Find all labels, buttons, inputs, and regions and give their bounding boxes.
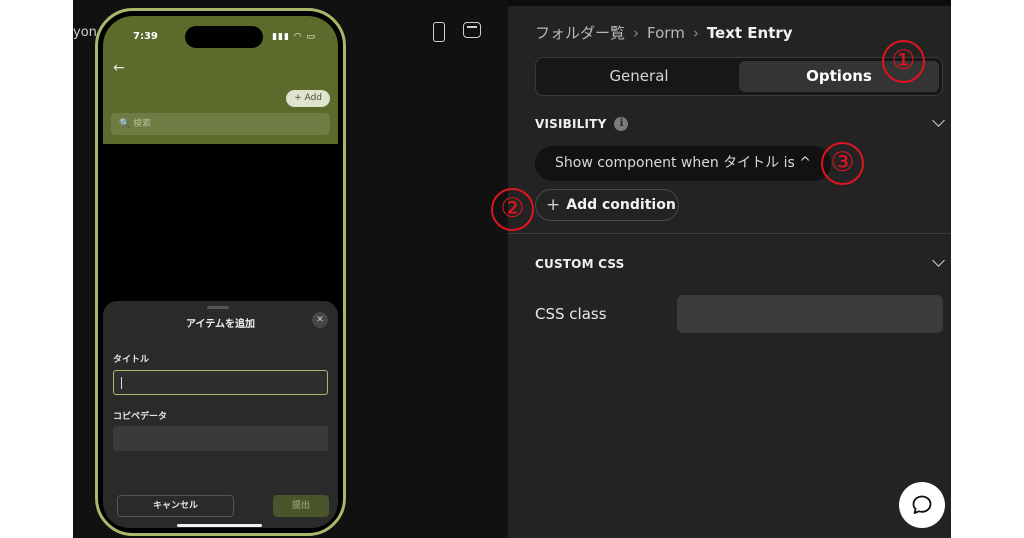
device-toggle (433, 22, 481, 42)
chevron-down-icon[interactable] (932, 254, 945, 267)
custom-css-title: CUSTOM CSS (535, 257, 625, 271)
visibility-condition[interactable]: Show component when タイトル is ^ (535, 146, 831, 181)
tablet-view-icon[interactable] (463, 22, 481, 38)
phone-view-icon[interactable] (433, 22, 445, 42)
visibility-title: VISIBILITY (535, 117, 607, 131)
tab-general[interactable]: General (539, 61, 739, 92)
copy-data-field[interactable] (113, 426, 328, 451)
cancel-button[interactable]: キャンセル (117, 495, 234, 517)
css-class-input[interactable] (677, 295, 943, 333)
title-field[interactable] (113, 370, 328, 395)
annotation-marker-3: ③ (821, 142, 864, 185)
home-indicator (177, 524, 262, 527)
phone-preview: 7:39 ▮▮▮ ◠ ▭ ← + Add 🔍 検索 アイテムを追加 ✕ タイトル… (95, 8, 346, 536)
breadcrumb-form[interactable]: Form (647, 24, 685, 42)
breadcrumb-text-entry: Text Entry (706, 24, 793, 42)
add-condition-button[interactable]: + Add condition (535, 189, 679, 221)
submit-button[interactable]: 提出 (273, 495, 329, 517)
chat-button[interactable] (899, 482, 945, 528)
search-input[interactable]: 🔍 検索 (111, 113, 330, 135)
chat-bubble-icon (912, 495, 932, 514)
copy-data-field-label: コピペデータ (113, 412, 168, 422)
breadcrumb: フォルダー覧 › Form › Text Entry (535, 22, 793, 43)
annotation-marker-1: ① (882, 40, 925, 83)
breadcrumb-folder-list[interactable]: フォルダー覧 (535, 24, 625, 42)
info-icon[interactable]: i (614, 117, 629, 131)
annotation-marker-2: ② (491, 188, 534, 231)
back-arrow-icon[interactable]: ← (113, 60, 125, 76)
css-class-label: CSS class (535, 305, 607, 323)
status-icons: ▮▮▮ ◠ ▭ (272, 32, 316, 42)
title-field-label: タイトル (113, 355, 150, 365)
app-window: yon 7:39 ▮▮▮ ◠ ▭ ← + Add 🔍 検索 アイテムを追加 ✕ … (73, 0, 951, 538)
status-time: 7:39 (133, 31, 158, 42)
close-icon[interactable]: ✕ (312, 312, 328, 328)
visibility-section-header[interactable]: VISIBILITY i (535, 114, 945, 134)
settings-panel: フォルダー覧 › Form › Text Entry General Options V… (508, 6, 951, 538)
canvas-cut-text: yon (73, 25, 97, 40)
custom-css-section-header[interactable]: CUSTOM CSS (535, 254, 945, 274)
breadcrumb-separator: › (633, 24, 640, 42)
chevron-down-icon[interactable] (932, 114, 945, 127)
phone-header: 7:39 ▮▮▮ ◠ ▭ ← + Add 🔍 検索 (103, 16, 338, 144)
sheet-handle[interactable] (207, 306, 229, 309)
dynamic-island (185, 26, 263, 48)
add-condition-label: Add condition (566, 197, 676, 213)
section-divider (508, 233, 951, 234)
sheet-title: アイテムを追加 (186, 319, 255, 330)
breadcrumb-separator: › (692, 24, 699, 42)
add-button[interactable]: + Add (286, 90, 330, 107)
plus-icon: + (546, 195, 561, 215)
add-item-sheet: アイテムを追加 ✕ タイトル コピペデータ キャンセル 提出 (103, 301, 338, 528)
